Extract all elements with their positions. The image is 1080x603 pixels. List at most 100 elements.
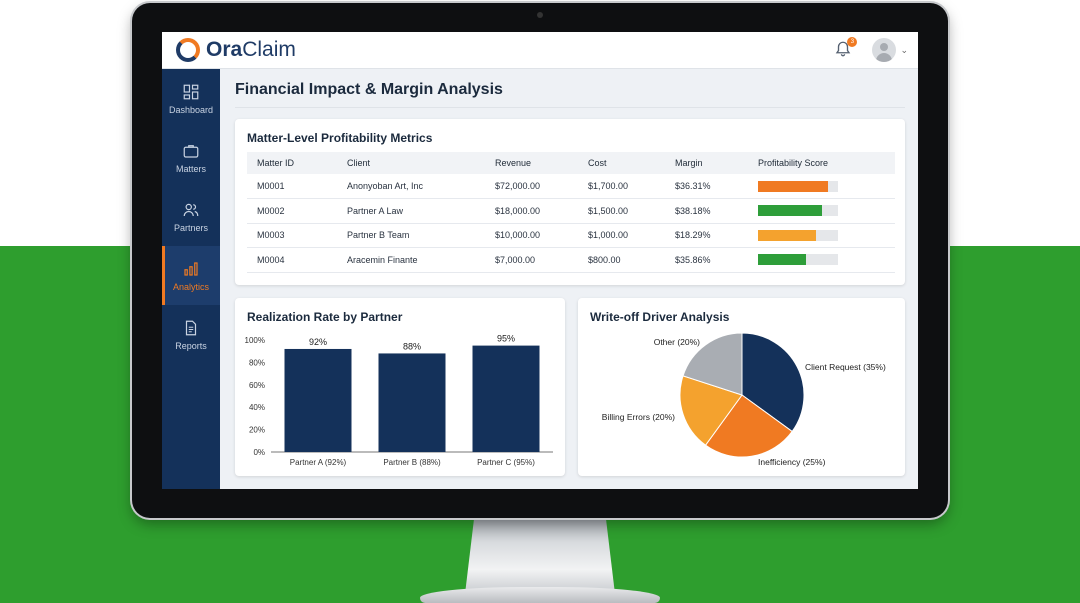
- y-tick-label: 0%: [253, 448, 265, 457]
- x-tick-label: Partner B (88%): [383, 458, 441, 467]
- chevron-down-icon[interactable]: ⌄: [900, 45, 908, 56]
- user-avatar[interactable]: [872, 38, 897, 62]
- x-tick-label: Partner C (95%): [477, 458, 535, 467]
- notifications-button[interactable]: 3: [834, 37, 858, 60]
- score-cell: [748, 198, 895, 224]
- matter-id-cell: M0002: [247, 198, 337, 224]
- users-icon: [183, 203, 199, 216]
- client-cell: Partner A Law: [337, 198, 485, 224]
- app-name-rest: Claim: [242, 38, 296, 61]
- margin-cell: $38.18%: [665, 198, 748, 224]
- score-cell: [748, 174, 895, 199]
- sidebar-item-analytics[interactable]: Analytics: [162, 246, 220, 305]
- score-cell: [748, 223, 895, 248]
- app-screen: OraClaim 3 ⌄ Dashboard Matters Partners …: [162, 32, 918, 489]
- bar-data-label: 95%: [497, 334, 515, 344]
- table-header-row: Matter ID Client Revenue Cost Margin Pro…: [247, 152, 895, 174]
- app-name-bold: Ora: [206, 38, 243, 61]
- bar: [378, 353, 446, 452]
- cost-cell: $800.00: [578, 247, 665, 273]
- margin-cell: $36.31%: [665, 174, 748, 199]
- pie-slice-label: Client Request (35%): [805, 362, 886, 372]
- realization-rate-card: Realization Rate by Partner 0% 20% 40% 60% 8…: [235, 298, 565, 476]
- sidebar-item-partners[interactable]: Partners: [162, 187, 220, 246]
- column-header[interactable]: Cost: [578, 152, 665, 174]
- dashboard-icon: [183, 84, 199, 99]
- table-row[interactable]: M0004 Aracemin Finante $7,000.00 $800.00…: [247, 247, 895, 273]
- bar-data-label: 88%: [403, 341, 421, 351]
- title-divider: [235, 107, 905, 108]
- table-row[interactable]: M0003 Partner B Team $10,000.00 $1,000.0…: [247, 223, 895, 248]
- column-header[interactable]: Revenue: [485, 152, 578, 174]
- column-header[interactable]: Matter ID: [247, 152, 337, 174]
- sidebar: Dashboard Matters Partners Analytics Rep…: [162, 69, 220, 489]
- bar: [472, 345, 540, 452]
- score-bar-track: [758, 180, 838, 192]
- top-bar: OraClaim 3 ⌄: [162, 32, 918, 69]
- app-logo[interactable]: OraClaim: [176, 38, 296, 62]
- revenue-cell: $18,000.00: [485, 198, 578, 224]
- score-bar-fill: [758, 180, 829, 192]
- sidebar-item-label: Matters: [175, 163, 206, 174]
- bar-data-label: 92%: [309, 337, 327, 347]
- revenue-cell: $10,000.00: [485, 223, 578, 248]
- sidebar-item-reports[interactable]: Reports: [162, 305, 220, 364]
- table-row[interactable]: M0002 Partner A Law $18,000.00 $1,500.00…: [247, 198, 895, 224]
- table-row[interactable]: M0001 Anonyoban Art, Inc $72,000.00 $1,7…: [247, 174, 895, 199]
- app-name: OraClaim: [206, 38, 296, 62]
- pie-slice-label: Billing Errors (20%): [602, 412, 675, 422]
- matter-id-cell: M0001: [247, 174, 337, 199]
- profitability-metrics-card: Matter-Level Profitability Metrics Matte…: [235, 119, 905, 285]
- score-bar-track: [758, 254, 838, 266]
- y-tick-label: 60%: [249, 381, 265, 390]
- logo-mark-icon: [176, 38, 200, 62]
- monitor-base: [420, 587, 660, 603]
- briefcase-icon: [183, 144, 199, 158]
- bar: [284, 348, 352, 452]
- margin-cell: $35.86%: [665, 247, 748, 273]
- margin-cell: $18.29%: [665, 223, 748, 248]
- notification-badge: 3: [847, 37, 858, 47]
- pie-slice-label: Inefficiency (25%): [758, 457, 826, 467]
- cost-cell: $1,700.00: [578, 174, 665, 199]
- score-bar-fill: [758, 229, 817, 241]
- card-title: Matter-Level Profitability Metrics: [247, 131, 433, 145]
- write-off-pie-chart: Client Request (35%) Inefficiency (25%) Bi…: [602, 332, 886, 467]
- monitor-stand: [465, 515, 615, 593]
- score-bar-track: [758, 229, 838, 241]
- score-bar-fill: [758, 254, 806, 266]
- y-tick-label: 100%: [245, 336, 265, 345]
- write-off-driver-card: Write-off Driver Analysis Client Request…: [578, 298, 905, 476]
- matter-id-cell: M0004: [247, 247, 337, 273]
- score-cell: [748, 247, 895, 273]
- sidebar-item-dashboard[interactable]: Dashboard: [162, 69, 220, 128]
- cost-cell: $1,000.00: [578, 223, 665, 248]
- sidebar-item-label: Partners: [173, 222, 208, 233]
- score-bar-fill: [758, 205, 822, 217]
- pie-slice-label: Other (20%): [654, 337, 700, 347]
- webcam: [537, 12, 543, 18]
- x-tick-label: Partner A (92%): [290, 458, 347, 467]
- column-header[interactable]: Profitability Score: [748, 152, 895, 174]
- y-tick-label: 40%: [249, 403, 265, 412]
- monitor-frame: OraClaim 3 ⌄ Dashboard Matters Partners …: [132, 3, 948, 518]
- sidebar-item-label: Dashboard: [168, 104, 214, 115]
- page-title: Financial Impact & Margin Analysis: [235, 81, 503, 98]
- sidebar-item-label: Reports: [175, 340, 207, 351]
- revenue-cell: $72,000.00: [485, 174, 578, 199]
- document-icon: [185, 320, 197, 335]
- profitability-table: Matter ID Client Revenue Cost Margin Pro…: [247, 152, 895, 273]
- sidebar-item-label: Analytics: [172, 281, 209, 292]
- bar-chart-icon: [184, 261, 198, 276]
- matter-id-cell: M0003: [247, 223, 337, 248]
- realization-bar-chart: 0% 20% 40% 60% 80% 100% 92% Partner A (92%) 88% P…: [245, 334, 553, 467]
- score-bar-track: [758, 205, 838, 217]
- client-cell: Anonyoban Art, Inc: [337, 174, 485, 199]
- column-header[interactable]: Client: [337, 152, 485, 174]
- cost-cell: $1,500.00: [578, 198, 665, 224]
- client-cell: Aracemin Finante: [337, 247, 485, 273]
- column-header[interactable]: Margin: [665, 152, 748, 174]
- sidebar-item-matters[interactable]: Matters: [162, 128, 220, 187]
- client-cell: Partner B Team: [337, 223, 485, 248]
- y-tick-label: 80%: [249, 358, 265, 367]
